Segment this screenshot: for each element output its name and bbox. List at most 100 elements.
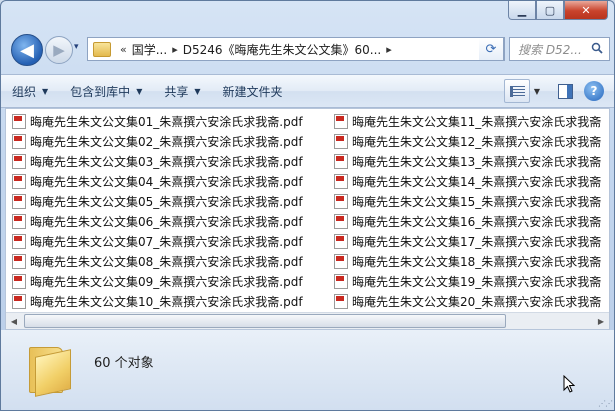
file-name: 晦庵先生朱文公文集10_朱熹撰六安涂氏求我斋.pdf [30, 294, 303, 309]
file-name: 晦庵先生朱文公文集14_朱熹撰六安涂氏求我斋 [352, 174, 602, 189]
list-item[interactable]: 晦庵先生朱文公文集09_朱熹撰六安涂氏求我斋.pdf [12, 271, 330, 291]
breadcrumb-item-guoxue[interactable]: 国学... [132, 41, 167, 58]
back-button[interactable]: ◀ [11, 34, 43, 66]
list-item[interactable]: 晦庵先生朱文公文集19_朱熹撰六安涂氏求我斋 [334, 271, 609, 291]
file-name: 晦庵先生朱文公文集05_朱熹撰六安涂氏求我斋.pdf [30, 194, 303, 209]
file-name: 晦庵先生朱文公文集16_朱熹撰六安涂氏求我斋 [352, 214, 602, 229]
list-item[interactable]: 晦庵先生朱文公文集02_朱熹撰六安涂氏求我斋.pdf [12, 131, 330, 151]
pdf-file-icon [334, 153, 348, 169]
file-name: 晦庵先生朱文公文集17_朱熹撰六安涂氏求我斋 [352, 234, 602, 249]
maximize-button[interactable]: ▢ [536, 1, 564, 20]
search-icon[interactable] [591, 42, 609, 57]
include-in-library-button[interactable]: 包含到库中 ▼ [59, 79, 153, 103]
preview-pane-button[interactable] [554, 80, 576, 102]
list-item[interactable]: 晦庵先生朱文公文集13_朱熹撰六安涂氏求我斋 [334, 151, 609, 171]
breadcrumb-separator[interactable]: ▸ [172, 43, 178, 56]
pdf-file-icon [12, 173, 26, 189]
file-name: 晦庵先生朱文公文集06_朱熹撰六安涂氏求我斋.pdf [30, 214, 303, 229]
list-item[interactable]: 晦庵先生朱文公文集01_朱熹撰六安涂氏求我斋.pdf [12, 111, 330, 131]
details-pane: 60 个对象 ⋰⋰ [1, 330, 614, 410]
folder-front-shape [35, 349, 71, 397]
help-button[interactable]: ? [584, 81, 604, 101]
view-list-icon [509, 85, 525, 97]
breadcrumb-separator[interactable]: ▸ [386, 43, 392, 56]
file-name: 晦庵先生朱文公文集18_朱熹撰六安涂氏求我斋 [352, 254, 602, 269]
list-item[interactable]: 晦庵先生朱文公文集17_朱熹撰六安涂氏求我斋 [334, 231, 609, 251]
address-bar[interactable]: « 国学... ▸ D5246《晦庵先生朱文公文集》60... ▸ [87, 37, 505, 61]
explorer-window: ▁ ▢ ✕ ◀ ▶ ▾ « 国学... ▸ D5246《晦庵先生朱文公文集》60… [0, 0, 615, 411]
list-item[interactable]: 晦庵先生朱文公文集14_朱熹撰六安涂氏求我斋 [334, 171, 609, 191]
file-name: 晦庵先生朱文公文集11_朱熹撰六安涂氏求我斋 [352, 114, 602, 129]
new-folder-label: 新建文件夹 [222, 84, 283, 99]
list-item[interactable]: 晦庵先生朱文公文集15_朱熹撰六安涂氏求我斋 [334, 191, 609, 211]
file-column-2: 晦庵先生朱文公文集11_朱熹撰六安涂氏求我斋 晦庵先生朱文公文集12_朱熹撰六安… [334, 111, 609, 311]
file-list[interactable]: 晦庵先生朱文公文集01_朱熹撰六安涂氏求我斋.pdf 晦庵先生朱文公文集02_朱… [5, 108, 610, 330]
file-name: 晦庵先生朱文公文集04_朱熹撰六安涂氏求我斋.pdf [30, 174, 303, 189]
forward-button[interactable]: ▶ [45, 36, 73, 64]
navigation-bar: ◀ ▶ ▾ « 国学... ▸ D5246《晦庵先生朱文公文集》60... ▸ … [7, 33, 610, 67]
breadcrumb-overflow[interactable]: « [120, 43, 127, 56]
pdf-file-icon [12, 153, 26, 169]
caption-buttons: ▁ ▢ ✕ [508, 1, 608, 20]
resize-grip-icon[interactable]: ⋰⋰ [598, 399, 613, 408]
pdf-file-icon [334, 193, 348, 209]
list-item[interactable]: 晦庵先生朱文公文集08_朱熹撰六安涂氏求我斋.pdf [12, 251, 330, 271]
view-options-dropdown[interactable]: ▼ [530, 80, 544, 102]
scroll-left-arrow-icon[interactable]: ◀ [6, 313, 22, 329]
item-count: 60 个对象 [94, 356, 154, 371]
list-item[interactable]: 晦庵先生朱文公文集06_朱熹撰六安涂氏求我斋.pdf [12, 211, 330, 231]
pdf-file-icon [334, 273, 348, 289]
include-in-library-label: 包含到库中 [70, 84, 131, 99]
file-name: 晦庵先生朱文公文集07_朱熹撰六安涂氏求我斋.pdf [30, 234, 303, 249]
pdf-file-icon [12, 193, 26, 209]
list-item[interactable]: 晦庵先生朱文公文集05_朱熹撰六安涂氏求我斋.pdf [12, 191, 330, 211]
list-item[interactable]: 晦庵先生朱文公文集20_朱熹撰六安涂氏求我斋 [334, 291, 609, 311]
search-box[interactable]: 搜索 D52... [509, 37, 610, 61]
file-name: 晦庵先生朱文公文集03_朱熹撰六安涂氏求我斋.pdf [30, 154, 303, 169]
pdf-file-icon [12, 213, 26, 229]
minimize-button[interactable]: ▁ [508, 1, 536, 20]
recent-pages-dropdown[interactable]: ▾ [74, 42, 79, 52]
list-item[interactable]: 晦庵先生朱文公文集07_朱熹撰六安涂氏求我斋.pdf [12, 231, 330, 251]
close-button[interactable]: ✕ [564, 1, 608, 20]
breadcrumb-item-current-folder[interactable]: D5246《晦庵先生朱文公文集》60... [183, 41, 382, 58]
file-name: 晦庵先生朱文公文集12_朱熹撰六安涂氏求我斋 [352, 134, 602, 149]
mouse-pointer-icon [563, 374, 576, 396]
pdf-file-icon [334, 293, 348, 309]
scroll-right-arrow-icon[interactable]: ▶ [593, 313, 609, 329]
organize-menu-button[interactable]: 组织 ▼ [1, 79, 59, 103]
file-name: 晦庵先生朱文公文集15_朱熹撰六安涂氏求我斋 [352, 194, 602, 209]
file-name: 晦庵先生朱文公文集09_朱熹撰六安涂氏求我斋.pdf [30, 274, 303, 289]
pdf-file-icon [334, 253, 348, 269]
search-input[interactable]: 搜索 D52... [510, 41, 591, 58]
list-item[interactable]: 晦庵先生朱文公文集10_朱熹撰六安涂氏求我斋.pdf [12, 291, 330, 311]
list-item[interactable]: 晦庵先生朱文公文集03_朱熹撰六安涂氏求我斋.pdf [12, 151, 330, 171]
file-name: 晦庵先生朱文公文集01_朱熹撰六安涂氏求我斋.pdf [30, 114, 303, 129]
pdf-file-icon [12, 273, 26, 289]
pdf-file-icon [12, 293, 26, 309]
pdf-file-icon [334, 133, 348, 149]
file-name: 晦庵先生朱文公文集19_朱熹撰六安涂氏求我斋 [352, 274, 602, 289]
change-view-button[interactable] [504, 79, 530, 103]
list-item[interactable]: 晦庵先生朱文公文集16_朱熹撰六安涂氏求我斋 [334, 211, 609, 231]
pdf-file-icon [12, 233, 26, 249]
pdf-file-icon [334, 233, 348, 249]
file-name: 晦庵先生朱文公文集08_朱熹撰六安涂氏求我斋.pdf [30, 254, 303, 269]
share-menu-button[interactable]: 共享 ▼ [153, 79, 211, 103]
list-item[interactable]: 晦庵先生朱文公文集11_朱熹撰六安涂氏求我斋 [334, 111, 609, 131]
refresh-button[interactable]: ⟳ [479, 37, 504, 61]
file-name: 晦庵先生朱文公文集13_朱熹撰六安涂氏求我斋 [352, 154, 602, 169]
scrollbar-thumb[interactable] [24, 314, 506, 328]
pdf-file-icon [334, 113, 348, 129]
new-folder-button[interactable]: 新建文件夹 [212, 79, 294, 103]
list-item[interactable]: 晦庵先生朱文公文集04_朱熹撰六安涂氏求我斋.pdf [12, 171, 330, 191]
list-item[interactable]: 晦庵先生朱文公文集18_朱熹撰六安涂氏求我斋 [334, 251, 609, 271]
list-item[interactable]: 晦庵先生朱文公文集12_朱熹撰六安涂氏求我斋 [334, 131, 609, 151]
chevron-down-icon: ▼ [42, 86, 49, 96]
pdf-file-icon [334, 213, 348, 229]
chevron-down-icon: ▼ [136, 86, 143, 96]
file-column-1: 晦庵先生朱文公文集01_朱熹撰六安涂氏求我斋.pdf 晦庵先生朱文公文集02_朱… [12, 111, 330, 311]
horizontal-scrollbar[interactable]: ◀ ▶ [6, 312, 609, 329]
preview-pane-icon [557, 83, 573, 99]
folder-icon [29, 347, 71, 397]
